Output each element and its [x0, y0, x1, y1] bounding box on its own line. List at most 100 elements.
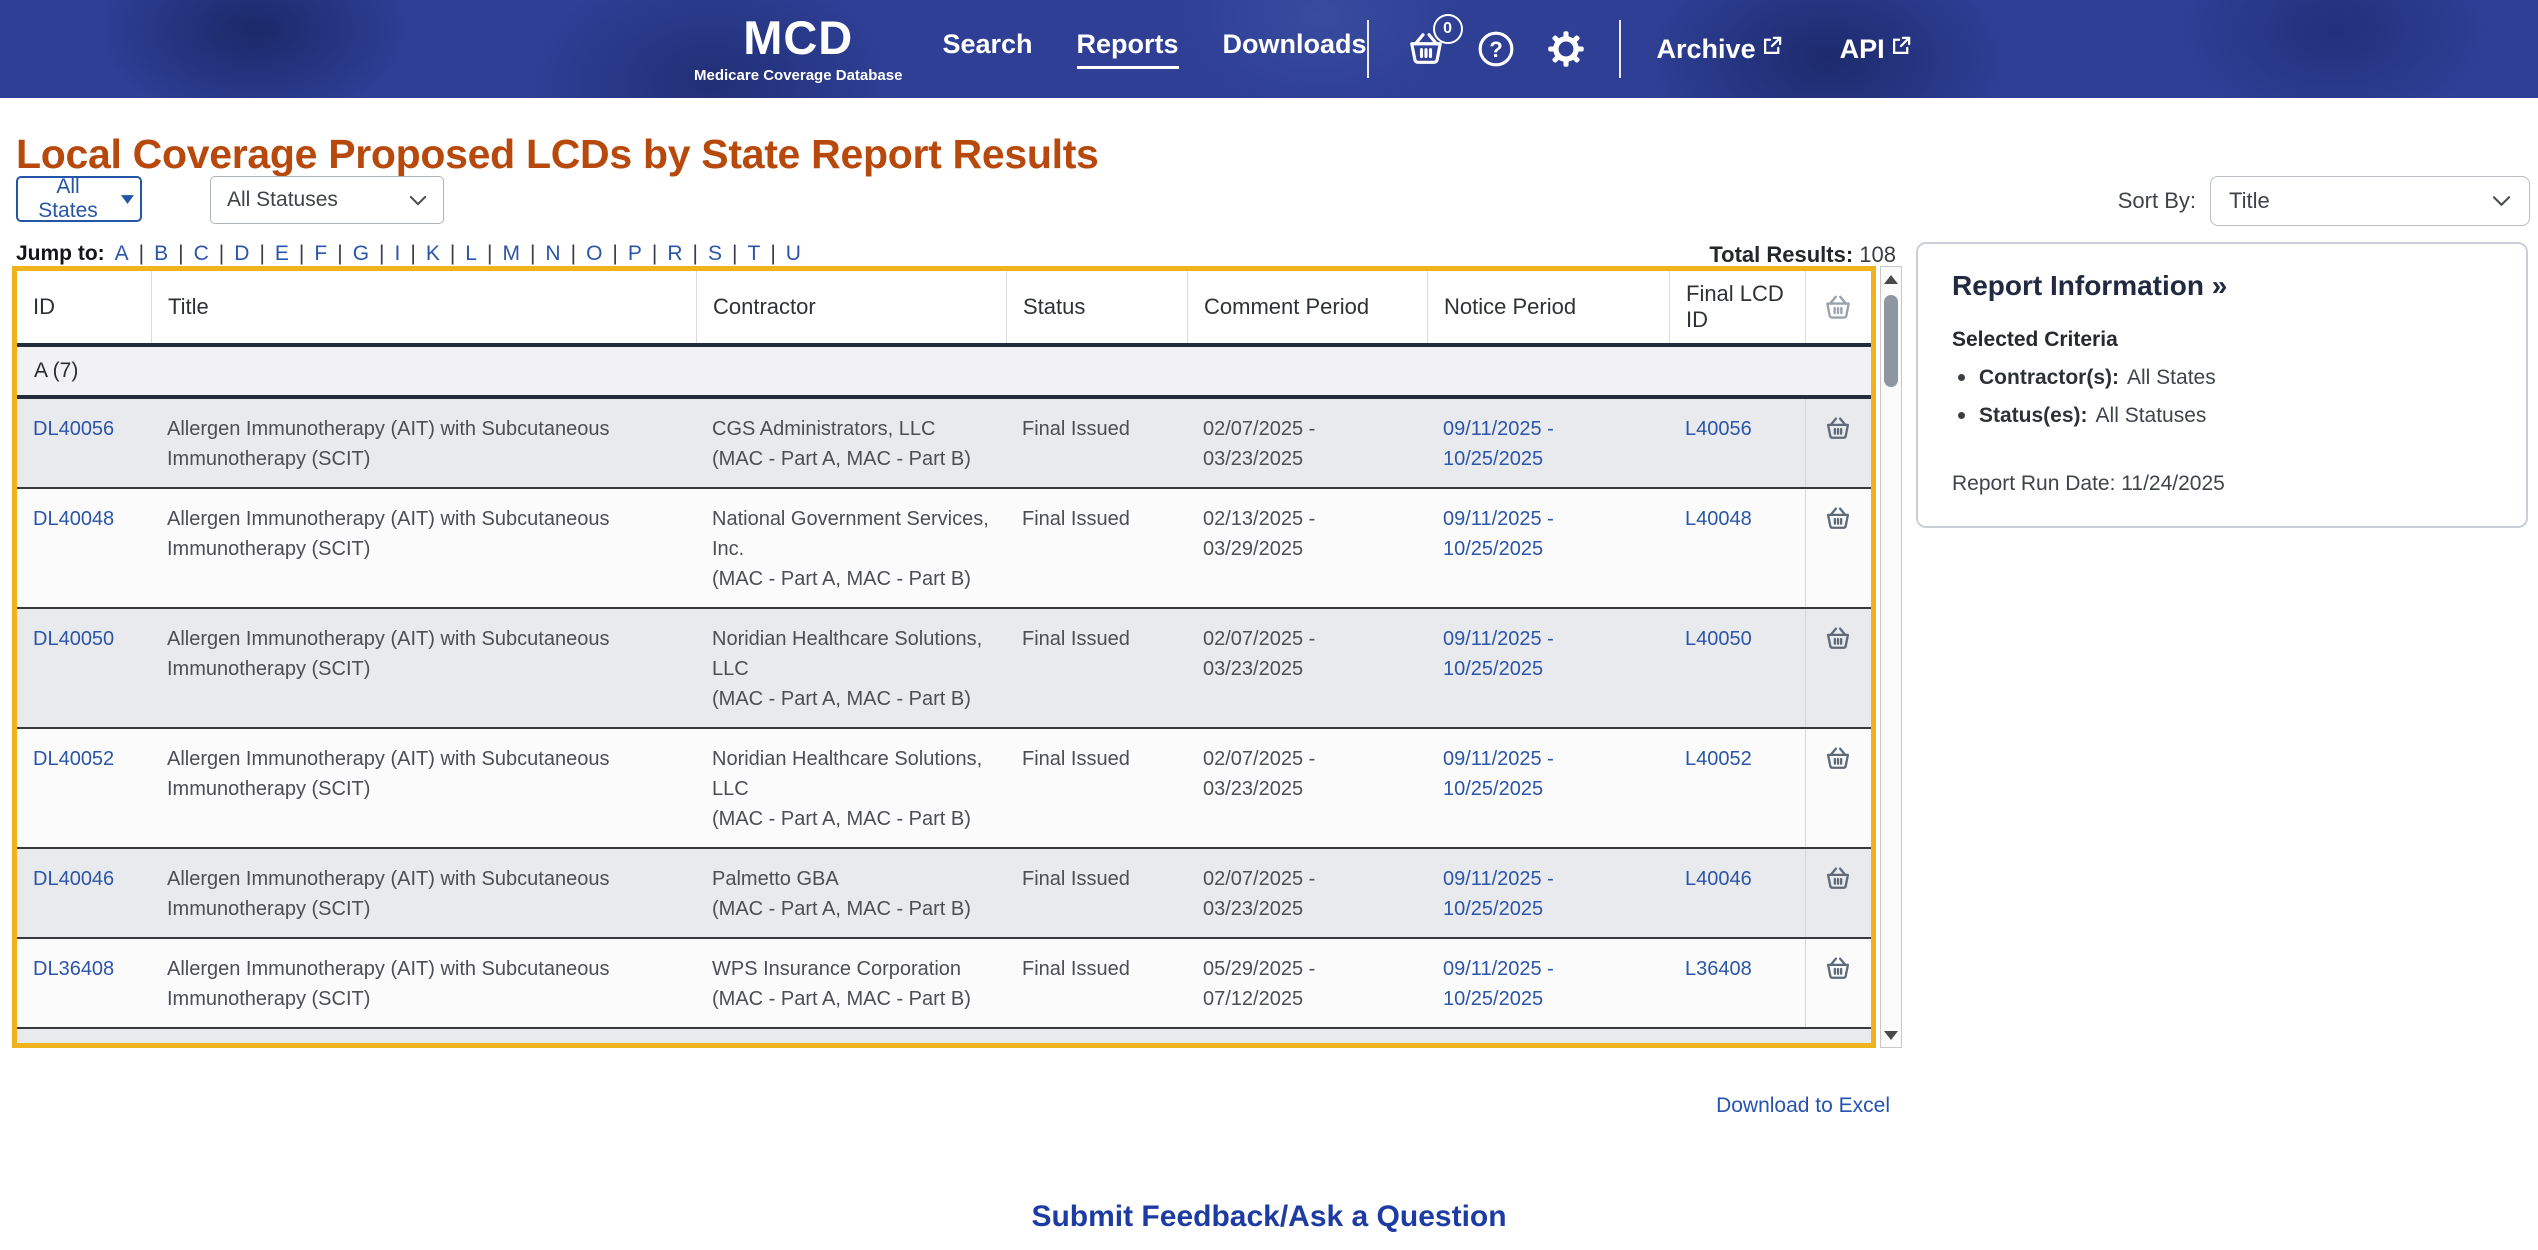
jump-to-letter-link[interactable]: E	[249, 242, 289, 266]
page-title: Local Coverage Proposed LCDs by State Re…	[16, 131, 1099, 178]
header-inner: MCD Medicare Coverage Database Search Rep…	[694, 0, 1910, 98]
notice-period-link[interactable]: 09/11/2025 - 10/25/2025	[1443, 868, 1554, 920]
lcd-id-link[interactable]: DL40056	[33, 418, 114, 440]
jump-to-letter-link[interactable]: G	[327, 242, 369, 266]
cart-button[interactable]: 0	[1403, 14, 1463, 72]
jump-to-letter-link[interactable]: F	[289, 242, 327, 266]
states-filter-dropdown[interactable]: All States	[16, 175, 142, 222]
notice-period-link[interactable]: 09/11/2025 - 10/25/2025	[1443, 748, 1554, 800]
table-column-header: Notice Period	[1427, 271, 1669, 343]
contractor-name: National Government Services, Inc.	[712, 508, 989, 560]
final-lcd-id-link[interactable]: L36408	[1685, 958, 1752, 980]
jump-to-letter-link[interactable]: O	[561, 242, 602, 266]
sort-by-value: Title	[2229, 188, 2270, 213]
cell-notice-period: 09/11/2025 - 10/25/2025	[1427, 939, 1669, 1027]
nav-item[interactable]: Downloads	[1223, 29, 1367, 69]
download-to-excel-link[interactable]: Download to Excel	[1716, 1094, 1890, 1117]
add-to-basket-button[interactable]	[1805, 399, 1869, 487]
jump-to-letter-link[interactable]: I	[369, 242, 401, 266]
final-lcd-id-link[interactable]: L40050	[1685, 628, 1752, 650]
jump-to-letter-link[interactable]: P	[602, 242, 642, 266]
add-to-basket-button[interactable]	[1805, 729, 1869, 847]
table-row: DL40052 Allergen Immunotherapy (AIT) wit…	[17, 727, 1871, 847]
jump-to-letter-link[interactable]: L	[440, 242, 477, 266]
cell-contractor: WPS Insurance Corporation (MAC - Part A,…	[696, 939, 1006, 1027]
jump-to-letter-link[interactable]: K	[400, 242, 440, 266]
add-to-basket-button[interactable]	[1805, 849, 1869, 937]
total-results: Total Results: 108	[1709, 242, 1896, 268]
sort-by-label: Sort By:	[2117, 188, 2196, 213]
logo-title: MCD	[743, 11, 854, 64]
final-lcd-id-link[interactable]: L40048	[1685, 508, 1752, 530]
lcd-id-link[interactable]: DL40052	[33, 748, 114, 770]
lcd-id-link[interactable]: DL40050	[33, 628, 114, 650]
jump-to-letter-link[interactable]: D	[209, 242, 249, 266]
settings-button[interactable]	[1543, 26, 1589, 72]
notice-period-link[interactable]: 09/11/2025 - 10/25/2025	[1443, 418, 1554, 470]
add-to-basket-button[interactable]	[1805, 609, 1869, 727]
nav-item[interactable]: Reports	[1076, 29, 1179, 69]
table-row: DL36408 Allergen Immunotherapy (AIT) wit…	[17, 937, 1871, 1027]
footer: Submit Feedback/Ask a Question	[0, 1200, 2538, 1234]
jump-to-letter-link[interactable]: S	[683, 242, 722, 266]
basket-icon	[1824, 294, 1852, 321]
jump-to-letter-link[interactable]: M	[477, 242, 520, 266]
jump-to-letter-link[interactable]: A	[115, 242, 129, 266]
cell-status: Final Issued	[1022, 958, 1130, 980]
api-link[interactable]: API	[1840, 34, 1911, 65]
cell-final-lcd-id: L36408	[1669, 939, 1805, 1027]
cell-notice-period: 09/11/2025 - 10/25/2025	[1427, 399, 1669, 487]
contractor-type: (MAC - Part A, MAC - Part B)	[712, 688, 971, 710]
nav-item[interactable]: Search	[942, 29, 1032, 69]
add-to-basket-button[interactable]	[1805, 939, 1869, 1027]
arrow-up-icon	[1884, 274, 1898, 284]
cell-title: Allergen Immunotherapy (AIT) with Subcut…	[167, 508, 610, 560]
contractor-type: (MAC - Part A, MAC - Part B)	[712, 808, 971, 830]
notice-period-link[interactable]: 09/11/2025 - 10/25/2025	[1443, 508, 1554, 560]
final-lcd-id-link[interactable]: L40052	[1685, 748, 1752, 770]
archive-link[interactable]: Archive	[1657, 34, 1782, 65]
cell-contractor: National Government Services, Inc. (MAC …	[696, 489, 1006, 607]
jump-to-letter-link[interactable]: C	[168, 242, 209, 266]
table-scrollbar[interactable]	[1880, 266, 1902, 1048]
scrollbar-up-button[interactable]	[1881, 267, 1901, 291]
jump-to-letter-link[interactable]: N	[520, 242, 560, 266]
basket-icon	[1825, 866, 1851, 891]
cell-status: Final Issued	[1022, 748, 1130, 770]
lcd-id-link[interactable]: DL36408	[33, 958, 114, 980]
contractor-name: Noridian Healthcare Solutions, LLC	[712, 748, 983, 800]
table-row: DL40048 Allergen Immunotherapy (AIT) wit…	[17, 487, 1871, 607]
gear-icon	[1547, 30, 1585, 68]
cell-id: DL36408	[17, 939, 151, 1027]
caret-down-icon	[121, 194, 134, 204]
table-row-partial	[17, 1027, 1871, 1043]
main-nav: Search Reports Downloads	[942, 29, 1367, 69]
external-link-icon	[1762, 36, 1782, 56]
notice-period-link[interactable]: 09/11/2025 - 10/25/2025	[1443, 628, 1554, 680]
lcd-id-link[interactable]: DL40046	[33, 868, 114, 890]
jump-to-letter-link[interactable]: B	[129, 242, 168, 266]
final-lcd-id-link[interactable]: L40056	[1685, 418, 1752, 440]
submit-feedback-link[interactable]: Submit Feedback/Ask a Question	[1031, 1200, 1506, 1233]
help-button[interactable]: ?	[1473, 26, 1519, 72]
notice-period-link[interactable]: 09/11/2025 - 10/25/2025	[1443, 958, 1554, 1010]
mcd-logo[interactable]: MCD Medicare Coverage Database	[694, 14, 902, 84]
sort-by-select[interactable]: Title	[2210, 176, 2530, 226]
report-information-title[interactable]: Report Information »	[1952, 270, 2492, 302]
jump-to-letter-link[interactable]: U	[760, 242, 801, 266]
header-actions: 0 ? Archive API	[1366, 14, 1911, 78]
lcd-id-link[interactable]: DL40048	[33, 508, 114, 530]
basket-icon	[1825, 506, 1851, 531]
add-to-basket-button[interactable]	[1805, 489, 1869, 607]
cell-id: DL40052	[17, 729, 151, 847]
scrollbar-down-button[interactable]	[1881, 1023, 1901, 1047]
statuses-filter-select[interactable]: All Statuses	[210, 176, 444, 224]
final-lcd-id-link[interactable]: L40046	[1685, 868, 1752, 890]
jump-to-letter-link[interactable]: T	[722, 242, 760, 266]
cell-notice-period: 09/11/2025 - 10/25/2025	[1427, 609, 1669, 727]
jump-to-letter-link[interactable]: R	[642, 242, 682, 266]
basket-icon	[1825, 746, 1851, 771]
scrollbar-thumb[interactable]	[1884, 295, 1898, 387]
question-circle-icon: ?	[1477, 30, 1515, 68]
criteria-label: Contractor(s):	[1979, 366, 2119, 389]
